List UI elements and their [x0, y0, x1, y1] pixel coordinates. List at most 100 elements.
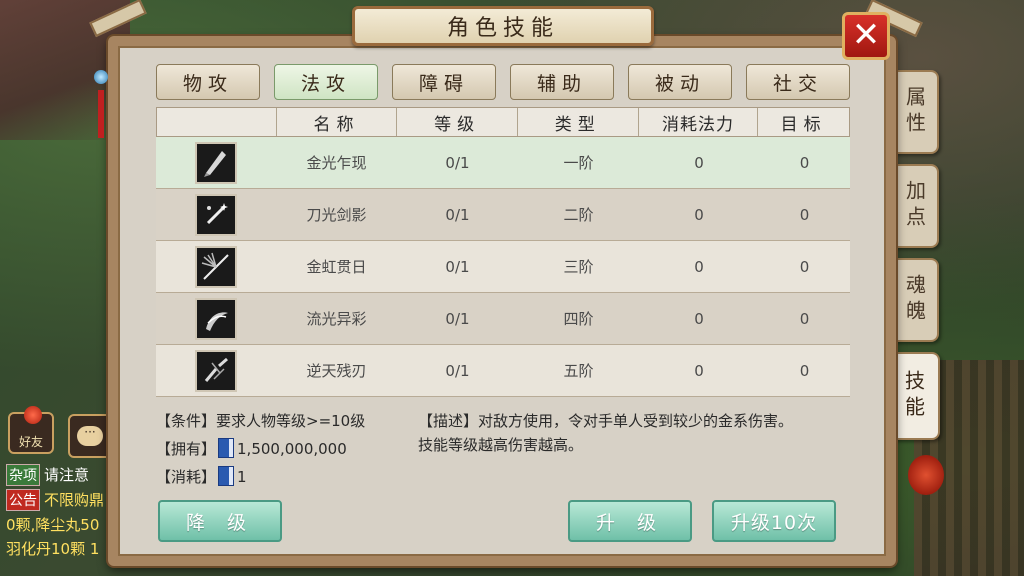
skill-mana: 0	[694, 257, 704, 276]
skill-target: 0	[799, 257, 810, 276]
header-mana-cost: 消耗法力	[639, 108, 759, 136]
pendant-ornament	[94, 40, 108, 150]
side-tab-points[interactable]: 加点	[893, 164, 939, 248]
chat-line[interactable]: 羽化丹10颗 1	[6, 538, 99, 560]
close-button[interactable]: ✕	[842, 12, 890, 60]
table-row[interactable]: 金虹贯日 0/1 三阶 0 0	[156, 241, 850, 293]
blade-sweep-icon	[195, 141, 237, 184]
chat-tag-announcement: 公告	[6, 489, 40, 511]
skill-level: 0/1	[445, 153, 470, 172]
skill-description-cont: 技能等级越高伤害越高。	[418, 436, 584, 454]
chat-text: 羽化丹10颗 1	[6, 540, 100, 558]
side-tab-soul[interactable]: 魂魄	[893, 258, 939, 342]
side-tab-label: 技能	[901, 370, 926, 422]
table-row[interactable]: 刀光剑影 0/1 二阶 0 0	[156, 189, 850, 241]
skill-description: 【描述】对敌方使用，令对手单人受到较少的金系伤害。	[418, 412, 794, 430]
header-level: 等级	[397, 108, 518, 136]
chat-line[interactable]: 公告 不限购鼎	[6, 489, 104, 511]
skill-type: 四阶	[563, 310, 594, 328]
table-row[interactable]: 流光异彩 0/1 四阶 0 0	[156, 293, 850, 345]
table-row[interactable]: 逆天残刃 0/1 五阶 0 0	[156, 345, 850, 397]
owned-value: 1,500,000,000	[237, 440, 347, 458]
side-tab-label: 属性	[902, 86, 927, 138]
tab-label: 障碍	[418, 72, 469, 95]
chat-bubble-icon: ···	[77, 426, 103, 446]
skill-level: 0/1	[445, 205, 470, 224]
skill-condition: 【条件】要求人物等级>=10级	[156, 412, 366, 430]
skill-name: 流光异彩	[306, 310, 367, 328]
skill-level: 0/1	[445, 257, 470, 276]
skill-mana: 0	[694, 205, 704, 224]
skill-mana: 0	[694, 153, 704, 172]
upgrade-10x-button[interactable]: 升级10次	[712, 500, 836, 542]
tab-social[interactable]: 社交	[746, 64, 850, 100]
friends-label: 好友	[18, 435, 43, 449]
tab-support[interactable]: 辅助	[510, 64, 614, 100]
window-title: 角色技能	[352, 6, 654, 46]
cost-row: 【消耗】 1	[156, 466, 247, 487]
button-label: 降 级	[185, 511, 255, 534]
background-lantern	[908, 455, 944, 495]
close-icon: ✕	[851, 15, 881, 55]
chat-text: 0颗,降尘丸50	[6, 516, 100, 534]
friends-button[interactable]: 好友	[8, 406, 54, 454]
skill-target: 0	[799, 309, 810, 328]
skill-icon-cell	[156, 245, 276, 288]
chat-button[interactable]: ···	[68, 414, 112, 458]
tab-label: 物攻	[182, 72, 233, 95]
table-row[interactable]: 金光乍现 0/1 一阶 0 0	[156, 137, 850, 189]
tab-label: 辅助	[536, 72, 587, 95]
skill-name: 逆天残刃	[306, 362, 367, 380]
chat-tag-misc: 杂项	[6, 464, 40, 486]
header-name: 名称	[277, 108, 398, 136]
skill-type: 五阶	[563, 362, 594, 380]
broken-blade-icon	[195, 349, 237, 392]
chat-text: 不限购鼎	[44, 491, 105, 509]
downgrade-button[interactable]: 降 级	[158, 500, 282, 542]
side-tab-label: 魂魄	[902, 274, 927, 326]
tab-physical-attack[interactable]: 物攻	[156, 64, 260, 100]
tab-obstacle[interactable]: 障碍	[392, 64, 496, 100]
button-label: 升 级	[595, 511, 665, 534]
skill-mana: 0	[694, 361, 704, 380]
skill-icon-cell	[156, 349, 276, 392]
side-tab-label: 加点	[902, 180, 927, 232]
tassel-icon	[98, 90, 104, 138]
tab-magic-attack[interactable]: 法攻	[274, 64, 378, 100]
owned-label: 【拥有】	[156, 440, 217, 458]
tab-passive[interactable]: 被动	[628, 64, 732, 100]
cost-value: 1	[237, 468, 247, 486]
skill-icon-cell	[156, 141, 276, 184]
skill-type: 二阶	[563, 206, 594, 224]
skill-book-icon	[218, 466, 235, 486]
tab-label: 被动	[654, 72, 705, 95]
chat-line[interactable]: 杂项 请注意	[6, 464, 89, 486]
upgrade-button[interactable]: 升 级	[568, 500, 692, 542]
cost-label: 【消耗】	[156, 468, 217, 486]
chat-text: 请注意	[44, 466, 90, 484]
notification-dot-icon	[24, 406, 42, 424]
skill-name: 金光乍现	[306, 154, 367, 172]
skill-level: 0/1	[445, 361, 470, 380]
table-header: 名称 等级 类型 消耗法力 目标	[156, 107, 850, 137]
chat-line[interactable]: 0颗,降尘丸50	[6, 514, 99, 536]
skill-target: 0	[799, 361, 810, 380]
tab-label: 社交	[772, 72, 823, 95]
skill-name: 金虹贯日	[306, 258, 367, 276]
side-tab-skills[interactable]: 技能	[890, 352, 940, 440]
skill-icon-cell	[156, 193, 276, 236]
owned-row: 【拥有】 1,500,000,000	[156, 438, 347, 459]
skill-name: 刀光剑影	[306, 206, 367, 224]
skill-mana: 0	[694, 309, 704, 328]
radiant-sword-icon	[195, 245, 237, 288]
bead-icon	[94, 70, 108, 84]
skill-type: 三阶	[563, 258, 594, 276]
header-icon	[157, 108, 277, 136]
header-target: 目标	[780, 114, 827, 135]
skill-level: 0/1	[445, 309, 470, 328]
button-label: 升级10次	[730, 511, 818, 534]
skill-type: 一阶	[563, 154, 594, 172]
skill-icon-cell	[156, 297, 276, 340]
spiral-blade-icon	[195, 297, 237, 340]
side-tab-attributes[interactable]: 属性	[893, 70, 939, 154]
